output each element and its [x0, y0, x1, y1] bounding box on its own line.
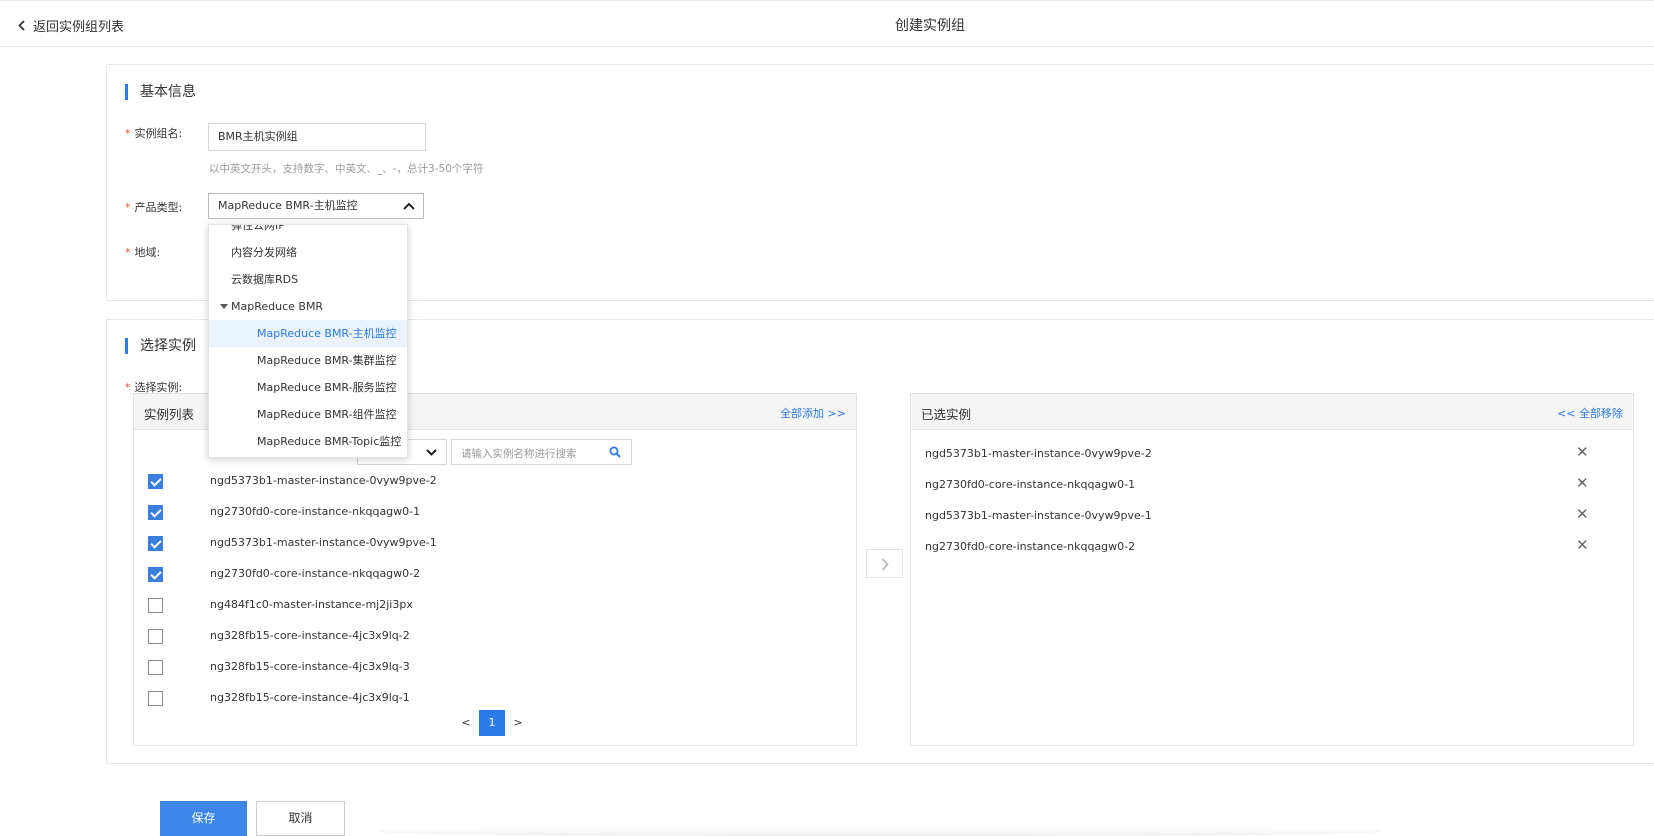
section-title-basic: 基本信息	[125, 84, 196, 100]
instance-name: ng2730fd0-core-instance-nkqqagw0-1	[210, 505, 421, 518]
chevron-up-icon	[403, 202, 415, 210]
instance-search-input[interactable]: 请输入实例名称进行搜索	[451, 439, 632, 465]
name-label: * 实例组名:	[125, 127, 183, 140]
instance-name: ng328fb15-core-instance-4jc3x9lq-2	[210, 629, 410, 642]
product-type-select[interactable]: MapReduce BMR-主机监控	[208, 193, 424, 219]
dropdown-item-rds[interactable]: 云数据库RDS	[209, 266, 407, 293]
remove-all-button[interactable]: << 全部移除	[1557, 405, 1623, 421]
selected-instance-name: ngd5373b1-master-instance-0vyw9pve-2	[925, 447, 1152, 460]
selected-header: 已选实例 << 全部移除	[911, 394, 1633, 430]
footer-shadow	[380, 826, 1380, 836]
dropdown-item-eip[interactable]: 弹性公网IP	[209, 225, 407, 239]
instance-name: ng484f1c0-master-instance-mj2ji3px	[210, 598, 413, 611]
region-label: * 地域:	[125, 246, 161, 259]
transfer-right-button[interactable]	[866, 549, 903, 578]
selected-panel: 已选实例 << 全部移除	[910, 393, 1634, 746]
search-icon[interactable]	[609, 446, 621, 458]
top-bar: 返回实例组列表 创建实例组	[0, 0, 1654, 47]
remove-icon[interactable]: ✕	[1576, 474, 1589, 492]
instance-checkbox[interactable]	[148, 598, 163, 613]
dropdown-item-cdn[interactable]: 内容分发网络	[209, 239, 407, 266]
selected-title: 已选实例	[921, 407, 972, 422]
search-placeholder: 请输入实例名称进行搜索	[461, 448, 577, 460]
dropdown-item-bmr-host[interactable]: MapReduce BMR-主机监控	[209, 320, 407, 347]
cancel-button[interactable]: 取消	[256, 801, 345, 836]
instance-checkbox[interactable]	[148, 474, 163, 489]
dropdown-group-bmr[interactable]: MapReduce BMR	[209, 293, 407, 320]
selected-instance-name: ng2730fd0-core-instance-nkqqagw0-1	[925, 478, 1136, 491]
save-button[interactable]: 保存	[160, 801, 247, 836]
page-next-button[interactable]: >	[512, 716, 524, 729]
selected-instance-name: ngd5373b1-master-instance-0vyw9pve-1	[925, 509, 1152, 522]
instance-checkbox[interactable]	[148, 691, 163, 706]
page-prev-button[interactable]: <	[460, 716, 472, 729]
instance-name: ngd5373b1-master-instance-0vyw9pve-2	[210, 474, 437, 487]
product-type-label: * 产品类型:	[125, 201, 183, 214]
instance-checkbox[interactable]	[148, 567, 163, 582]
instance-checkbox[interactable]	[148, 505, 163, 520]
instance-name: ng2730fd0-core-instance-nkqqagw0-2	[210, 567, 421, 580]
remove-icon[interactable]: ✕	[1576, 505, 1589, 523]
instance-name: ng328fb15-core-instance-4jc3x9lq-1	[210, 691, 410, 704]
instance-checkbox[interactable]	[148, 629, 163, 644]
remove-icon[interactable]: ✕	[1576, 536, 1589, 554]
instance-checkbox[interactable]	[148, 660, 163, 675]
chevron-right-icon	[881, 558, 889, 571]
caret-down-icon	[220, 304, 228, 309]
dropdown-item-bmr-service[interactable]: MapReduce BMR-服务监控	[209, 374, 407, 401]
section-title-select: 选择实例	[125, 338, 196, 354]
name-hint: 以中英文开头，支持数字、中英文、_、-，总计3-50个字符	[209, 163, 484, 175]
dropdown-item-bmr-cluster[interactable]: MapReduce BMR-集群监控	[209, 347, 407, 374]
selected-instance-name: ng2730fd0-core-instance-nkqqagw0-2	[925, 540, 1136, 553]
instance-list-title: 实例列表	[144, 407, 195, 422]
product-type-dropdown: 弹性公网IP 内容分发网络 云数据库RDS MapReduce BMR MapR…	[208, 224, 408, 458]
add-all-button[interactable]: 全部添加 >>	[780, 405, 846, 421]
instance-group-name-input[interactable]: BMR主机实例组	[208, 123, 426, 151]
dropdown-item-bmr-component[interactable]: MapReduce BMR-组件监控	[209, 401, 407, 428]
product-type-value: MapReduce BMR-主机监控	[218, 199, 358, 212]
remove-icon[interactable]: ✕	[1576, 443, 1589, 461]
dropdown-item-bmr-topic[interactable]: MapReduce BMR-Topic监控	[209, 428, 407, 455]
instance-name: ng328fb15-core-instance-4jc3x9lq-3	[210, 660, 410, 673]
page-current-button[interactable]: 1	[479, 710, 505, 736]
instance-name: ngd5373b1-master-instance-0vyw9pve-1	[210, 536, 437, 549]
chevron-down-icon	[426, 449, 437, 456]
page-title: 创建实例组	[895, 18, 965, 34]
instance-checkbox[interactable]	[148, 536, 163, 551]
